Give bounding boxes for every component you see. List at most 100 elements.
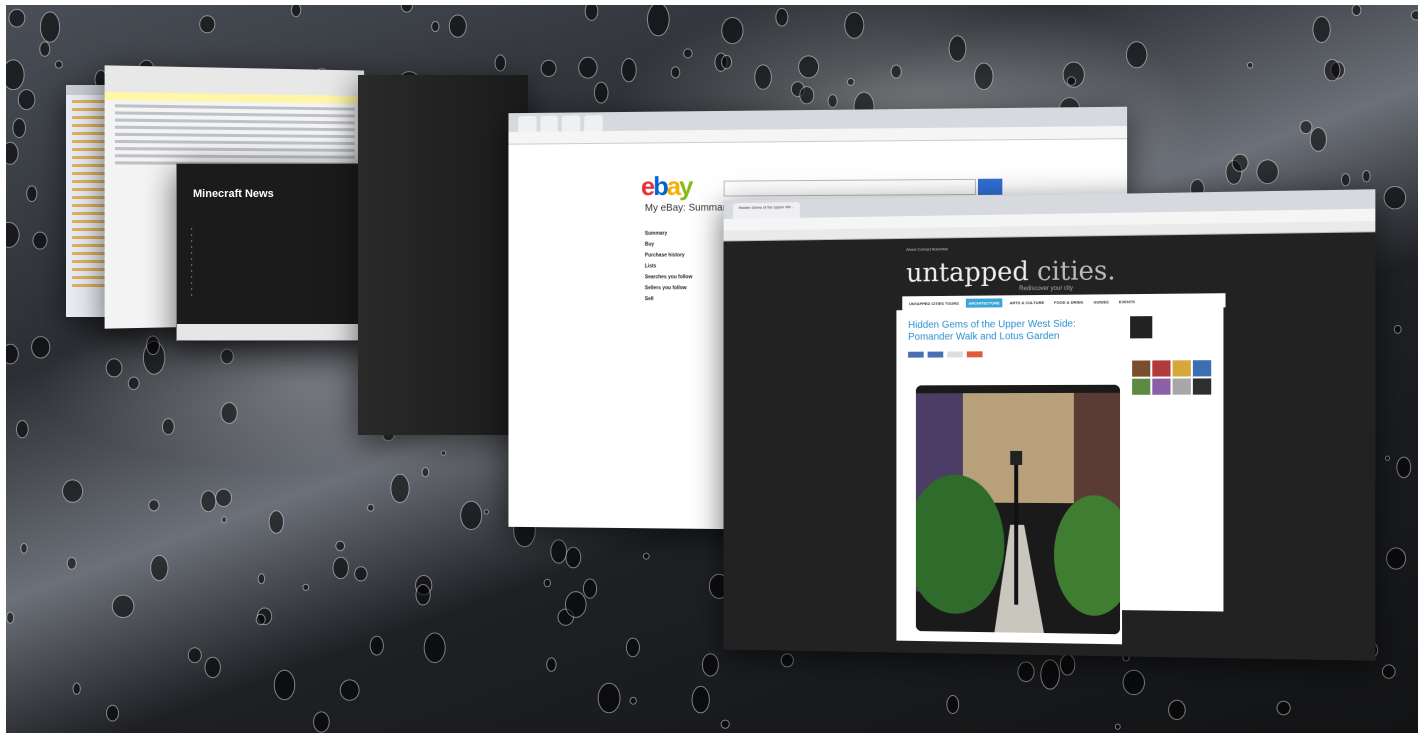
minecraft-news-heading: Minecraft News [193, 188, 274, 200]
word-ribbon[interactable] [104, 65, 365, 97]
raindrop [200, 490, 217, 513]
uc-article: Hidden Gems of the Upper West Side: Poma… [896, 308, 1123, 645]
raindrop [720, 719, 730, 729]
nav-item[interactable]: FOOD & DRINK [1051, 297, 1086, 306]
minecraft-news-link[interactable]: ​ [177, 200, 373, 220]
raindrop [12, 118, 26, 138]
nav-item[interactable]: GUIDES [1090, 297, 1111, 306]
ebay-sidebar-item[interactable]: Buy [645, 239, 716, 250]
raindrop [421, 467, 430, 478]
raindrop [1299, 120, 1313, 135]
ebay-sidebar-item[interactable]: Sellers you follow [645, 283, 716, 294]
uc-sidebar [1122, 307, 1224, 612]
uc-site-logo[interactable]: untapped cities. [906, 256, 1116, 288]
raindrop [6, 343, 19, 365]
raindrop [1168, 699, 1186, 721]
raindrop [593, 81, 609, 104]
raindrop [39, 11, 61, 43]
raindrop [32, 231, 48, 250]
raindrop [448, 14, 467, 38]
raindrop [415, 584, 431, 606]
thumbnail[interactable] [1172, 378, 1191, 395]
untapped-cities-browser-window[interactable]: Hidden Gems of the Upper We... About Con… [723, 189, 1376, 661]
thumbnail[interactable] [1132, 378, 1151, 395]
raindrop [597, 682, 621, 714]
ebay-sidebar-item[interactable]: Summary [645, 228, 716, 239]
uc-top-links[interactable]: About Contact Advertise [906, 246, 948, 252]
thumbnail[interactable] [1192, 378, 1212, 395]
facebook-share-icon[interactable] [908, 351, 924, 358]
raindrop [369, 635, 384, 656]
raindrop [15, 420, 29, 439]
nav-item-active[interactable]: ARCHITECTURE [965, 297, 1003, 308]
raindrop [17, 89, 36, 111]
ebay-search-input[interactable] [723, 178, 976, 197]
dark-window-panel[interactable] [358, 75, 528, 435]
ebay-logo[interactable]: ebay [641, 171, 691, 202]
minecraft-launcher-footer[interactable] [177, 324, 373, 340]
raindrop [1246, 62, 1254, 69]
raindrop [890, 64, 902, 79]
raindrop [1351, 5, 1362, 16]
raindrop [1256, 159, 1279, 184]
raindrop [146, 335, 160, 356]
raindrop [642, 552, 650, 560]
raindrop [550, 539, 568, 564]
raindrop [1382, 664, 1396, 679]
ebay-sidebar-item[interactable]: Sell [645, 294, 716, 305]
raindrop [946, 695, 960, 714]
raindrop [1385, 455, 1390, 462]
social-widget[interactable] [1130, 316, 1153, 339]
raindrop [460, 500, 483, 530]
nav-item[interactable]: ARTS & CULTURE [1007, 297, 1047, 306]
thumbnail[interactable] [1172, 360, 1191, 377]
raindrop [367, 503, 375, 512]
browser-tab[interactable] [518, 115, 537, 132]
raindrop [780, 653, 794, 668]
raindrop [111, 594, 135, 618]
raindrop [339, 679, 360, 701]
raindrop [66, 556, 77, 570]
raindrop [440, 450, 447, 456]
raindrop [273, 669, 296, 701]
twitter-share-icon[interactable] [927, 351, 944, 358]
raindrop [647, 5, 670, 37]
nav-item[interactable]: UNTAPPED CITIES TOURS [906, 298, 962, 307]
ebay-search-button[interactable] [977, 178, 1003, 195]
minecraft-news-window[interactable]: Minecraft News ​ • ​• ​• ​• ​ • ​• ​• ​•… [176, 163, 374, 341]
thumbnail[interactable] [1132, 360, 1151, 377]
raindrop [268, 510, 284, 534]
raindrop [335, 540, 346, 552]
raindrop [629, 696, 637, 705]
browser-tab[interactable] [584, 115, 603, 132]
ebay-sidebar-item[interactable]: Searches you follow [645, 272, 716, 283]
raindrop [1231, 153, 1249, 172]
raindrop [187, 647, 202, 664]
raindrop [494, 54, 506, 72]
browser-tab[interactable] [562, 115, 581, 132]
raindrop [20, 543, 28, 554]
thumbnail[interactable] [1192, 360, 1212, 377]
article-title[interactable]: Hidden Gems of the Upper West Side: Poma… [908, 319, 1076, 344]
raindrop [127, 376, 140, 390]
raindrop [150, 554, 169, 582]
thumbnail[interactable] [1152, 360, 1171, 377]
browser-tab[interactable] [540, 115, 559, 132]
raindrop [72, 682, 81, 695]
raindrop [1309, 127, 1327, 152]
article-photo[interactable] [915, 384, 1121, 635]
raindrop [578, 56, 598, 79]
raindrop [400, 5, 413, 13]
stumble-share-icon[interactable] [966, 351, 983, 358]
nav-item[interactable]: EVENTS [1116, 297, 1138, 306]
raindrop [199, 15, 216, 34]
ebay-sidebar-item[interactable]: Lists [645, 261, 716, 272]
ebay-sidebar-item[interactable]: Purchase history [645, 250, 716, 261]
raindrop [302, 583, 310, 591]
browser-tab-active[interactable]: Hidden Gems of the Upper We... [733, 202, 800, 219]
raindrop [1362, 170, 1371, 183]
raindrop [6, 59, 25, 91]
raindrop [354, 566, 368, 582]
raindrop [701, 653, 719, 677]
thumbnail[interactable] [1152, 378, 1171, 395]
